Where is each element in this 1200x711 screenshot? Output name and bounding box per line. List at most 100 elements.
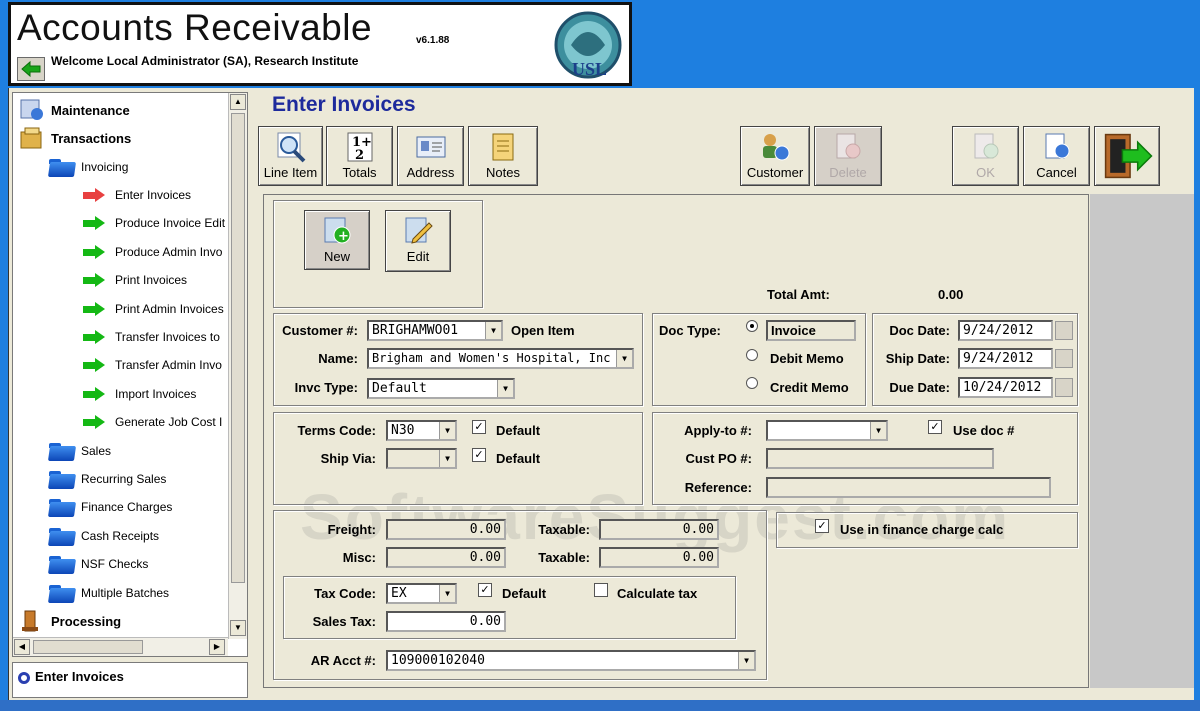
doc-type-invoice-label: Invoice (766, 320, 856, 341)
tree-item-generate-job-cost[interactable]: Generate Job Cost I (83, 408, 222, 436)
green-arrow-icon (83, 387, 105, 401)
dropdown-arrow-icon[interactable]: ▼ (485, 322, 501, 339)
notes-button[interactable]: Notes (468, 126, 538, 186)
tree-item-enter-invoices[interactable]: Enter Invoices (83, 181, 191, 209)
terms-default-label: Default (496, 423, 541, 438)
scroll-right-button[interactable]: ▶ (209, 639, 225, 655)
calendar-icon[interactable] (1055, 349, 1073, 368)
scroll-down-button[interactable]: ▼ (230, 620, 246, 636)
cust-po-input[interactable] (766, 448, 994, 469)
green-arrow-icon (83, 216, 105, 230)
new-button[interactable]: + New (304, 210, 370, 270)
due-date-input[interactable]: 10/24/2012 (958, 377, 1053, 398)
dropdown-arrow-icon[interactable]: ▼ (616, 350, 632, 367)
folder-icon (49, 469, 75, 489)
calendar-icon[interactable] (1055, 321, 1073, 340)
ship-via-default-checkbox[interactable]: ✓ (472, 448, 486, 462)
tree-item-transfer-invoices[interactable]: Transfer Invoices to (83, 323, 220, 351)
folder-icon (49, 441, 75, 461)
tree-item-nsf-checks[interactable]: NSF Checks (49, 550, 148, 578)
freight-taxable-label: Taxable: (538, 522, 590, 537)
scroll-thumb[interactable] (33, 640, 143, 654)
folder-icon (49, 554, 75, 574)
ar-account-label: AR Acct #: (310, 653, 376, 668)
app-header: Accounts Receivable v6.1.88 Welcome Loca… (8, 2, 632, 86)
address-button[interactable]: Address (397, 126, 464, 186)
tree-item-import-invoices[interactable]: Import Invoices (83, 380, 196, 408)
tree-item-processing[interactable]: Processing (19, 607, 121, 635)
cancel-button[interactable]: Cancel (1023, 126, 1090, 186)
dropdown-arrow-icon[interactable]: ▼ (497, 380, 513, 397)
red-arrow-icon (83, 188, 105, 202)
dropdown-arrow-icon[interactable]: ▼ (439, 450, 455, 467)
totals-button[interactable]: 1+ 2 Totals (326, 126, 393, 186)
transactions-icon (20, 127, 42, 149)
tree-item-produce-invoice-edit[interactable]: Produce Invoice Edit (83, 209, 225, 237)
reference-label: Reference: (684, 480, 752, 495)
apply-to-select[interactable]: ▼ (766, 420, 888, 441)
ok-button[interactable]: OK (952, 126, 1019, 186)
tree-item-transactions[interactable]: Transactions (19, 124, 131, 152)
cancel-icon (1045, 133, 1069, 159)
doc-type-credit-memo-radio[interactable] (746, 377, 758, 389)
scroll-up-button[interactable]: ▲ (230, 94, 246, 110)
tree-item-invoicing[interactable]: Invoicing (49, 153, 128, 181)
invoice-type-select[interactable]: Default ▼ (367, 378, 515, 399)
back-button[interactable] (17, 57, 45, 81)
delete-button[interactable]: Delete (814, 126, 882, 186)
new-document-icon: + (324, 217, 351, 244)
totals-icon: 1+2 (347, 132, 372, 163)
use-doc-number-checkbox[interactable]: ✓ (928, 420, 942, 434)
edit-button[interactable]: Edit (385, 210, 451, 272)
terms-code-select[interactable]: N30 ▼ (386, 420, 457, 441)
ar-account-select[interactable]: 109000102040 ▼ (386, 650, 756, 671)
welcome-text: Welcome Local Administrator (SA), Resear… (51, 54, 359, 68)
customer-number-select[interactable]: BRIGHAMWO01 ▼ (367, 320, 503, 341)
reference-input[interactable] (766, 477, 1051, 498)
tree-item-print-invoices[interactable]: Print Invoices (83, 266, 187, 294)
tree-item-cash-receipts[interactable]: Cash Receipts (49, 522, 159, 550)
tree-item-print-admin-invoices[interactable]: Print Admin Invoices (83, 295, 224, 323)
tree-item-sales[interactable]: Sales (49, 437, 111, 465)
tree-item-maintenance[interactable]: Maintenance (19, 96, 130, 124)
ship-date-input[interactable]: 9/24/2012 (958, 348, 1053, 369)
terms-default-checkbox[interactable]: ✓ (472, 420, 486, 434)
misc-taxable-input[interactable]: 0.00 (599, 547, 719, 568)
finance-charge-checkbox[interactable]: ✓ (815, 519, 829, 533)
dropdown-arrow-icon[interactable]: ▼ (738, 652, 754, 669)
tree-item-transfer-admin-invoices[interactable]: Transfer Admin Invo (83, 351, 222, 379)
dropdown-arrow-icon[interactable]: ▼ (439, 585, 455, 602)
doc-type-debit-memo-radio[interactable] (746, 349, 758, 361)
customer-name-select[interactable]: Brigham and Women's Hospital, Inc ▼ (367, 348, 634, 369)
tree-vertical-scrollbar[interactable]: ▲ ▼ (228, 93, 247, 639)
tax-code-label: Tax Code: (314, 586, 376, 601)
tax-default-checkbox[interactable]: ✓ (478, 583, 492, 597)
misc-input[interactable]: 0.00 (386, 547, 506, 568)
exit-button[interactable] (1094, 126, 1160, 186)
tax-code-select[interactable]: EX ▼ (386, 583, 457, 604)
calendar-icon[interactable] (1055, 378, 1073, 397)
doc-type-invoice-radio[interactable] (746, 320, 758, 332)
line-item-button[interactable]: Line Item (258, 126, 323, 186)
scroll-thumb[interactable] (231, 113, 245, 583)
sales-tax-input[interactable]: 0.00 (386, 611, 506, 632)
processing-icon (22, 610, 38, 632)
doc-type-credit-memo-label: Credit Memo (770, 380, 849, 395)
calculate-tax-checkbox[interactable] (594, 583, 608, 597)
dropdown-arrow-icon[interactable]: ▼ (870, 422, 886, 439)
dropdown-arrow-icon[interactable]: ▼ (439, 422, 455, 439)
delete-icon (836, 133, 861, 159)
ship-via-select[interactable]: ▼ (386, 448, 457, 469)
scroll-left-button[interactable]: ◀ (14, 639, 30, 655)
freight-label: Freight: (327, 522, 376, 537)
tree-item-produce-admin-invoice[interactable]: Produce Admin Invo (83, 238, 222, 266)
customer-button[interactable]: Customer (740, 126, 810, 186)
doc-date-input[interactable]: 9/24/2012 (958, 320, 1053, 341)
tree-item-recurring-sales[interactable]: Recurring Sales (49, 465, 166, 493)
tree-horizontal-scrollbar[interactable]: ◀ ▶ (13, 637, 228, 656)
freight-taxable-input[interactable]: 0.00 (599, 519, 719, 540)
tree-item-finance-charges[interactable]: Finance Charges (49, 493, 172, 521)
app-title: Accounts Receivable (17, 7, 373, 48)
freight-input[interactable]: 0.00 (386, 519, 506, 540)
tree-item-multiple-batches[interactable]: Multiple Batches (49, 579, 169, 607)
